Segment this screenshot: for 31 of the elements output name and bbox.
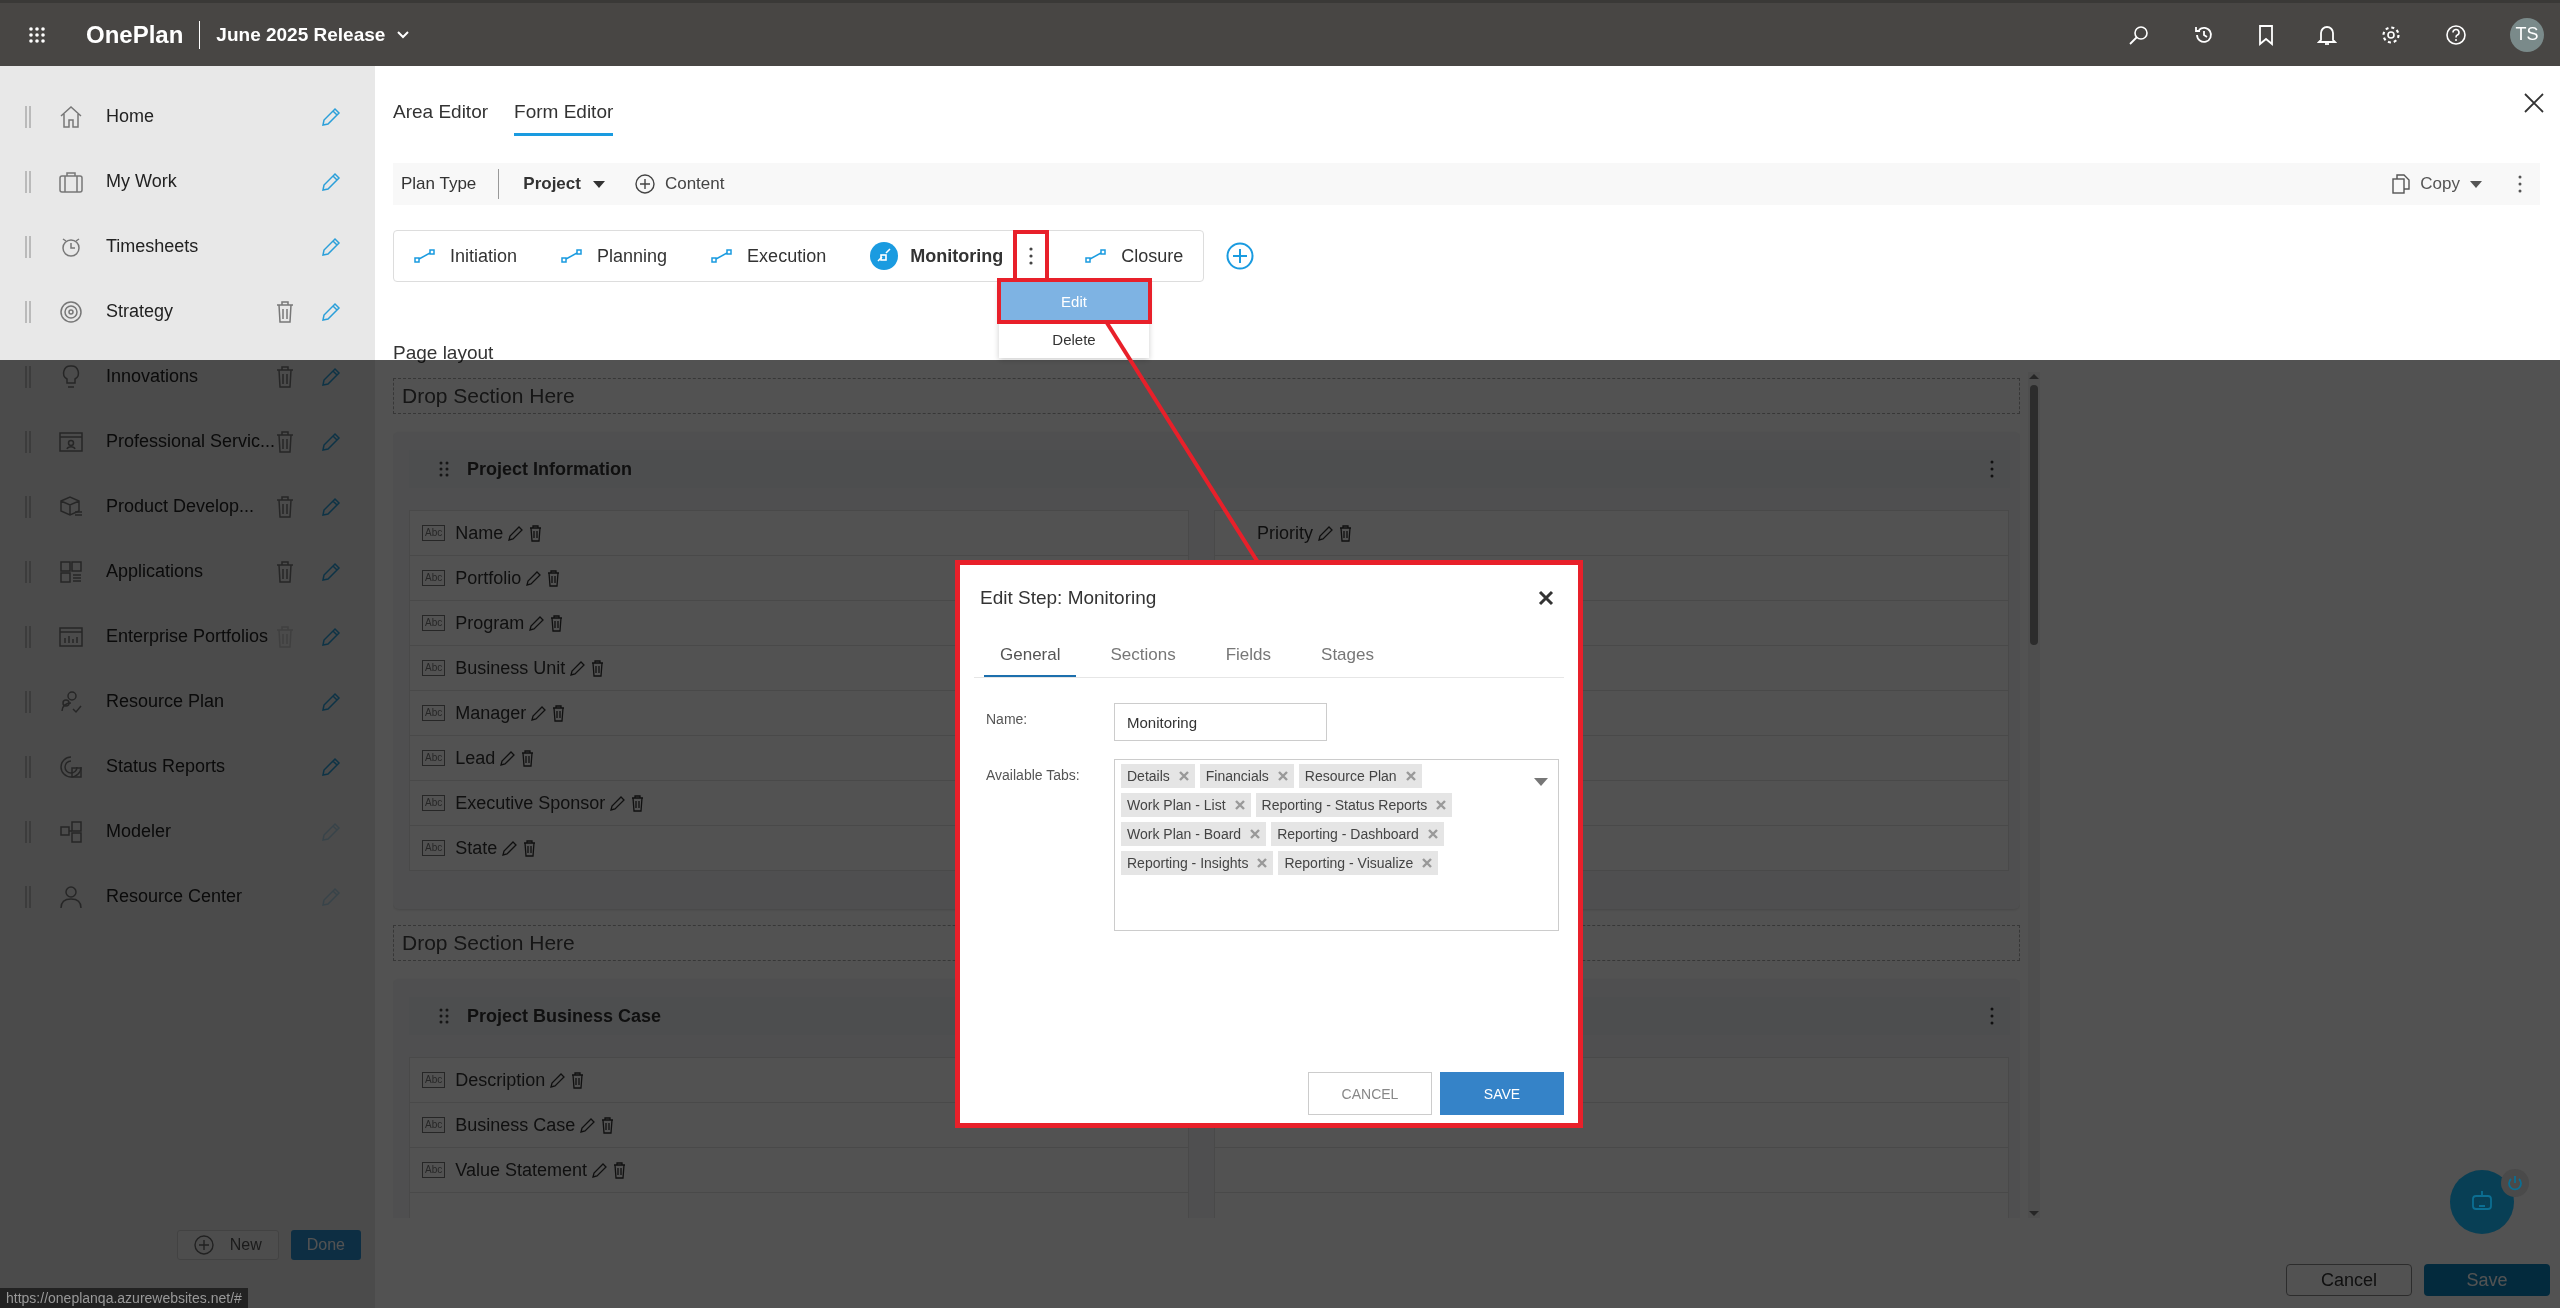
field-name: Business Case: [455, 1114, 576, 1136]
field-name: Program: [455, 612, 525, 634]
tab-chip: Reporting - Insights: [1121, 851, 1274, 875]
tab-chip: Reporting - Visualize: [1278, 851, 1439, 875]
tab-chip: Work Plan - Board: [1121, 822, 1267, 846]
field-name: Value Statement: [455, 1159, 587, 1181]
tab-chip: Work Plan - List: [1121, 793, 1251, 817]
tab-chip: Reporting - Status Reports: [1255, 793, 1453, 817]
tab-chip: Details: [1121, 764, 1195, 788]
tab-chip: Resource Plan: [1298, 764, 1422, 788]
available-tabs-label: Available Tabs:: [986, 766, 1081, 783]
field-name: Lead: [455, 747, 496, 769]
app-name: OnePlan: [86, 20, 184, 49]
section-title: Project Information: [467, 458, 632, 480]
dialog-title: Edit Step: Monitoring: [980, 587, 1157, 609]
field-name: Name: [455, 522, 504, 544]
name-label: Name:: [986, 710, 1029, 727]
tab-chip: Financials: [1199, 764, 1294, 788]
page-layout-title: Page layout: [393, 342, 495, 365]
section-title: Project Business Case: [467, 1005, 662, 1027]
status-url: https://oneplanqa.azurewebsites.net/#: [0, 1288, 248, 1308]
field-name: Manager: [455, 702, 527, 724]
plan-type-label: Plan Type: [401, 174, 477, 194]
field-name: Portfolio: [455, 567, 522, 589]
field-name: Executive Sponsor: [455, 792, 606, 814]
drop-zone: Drop Section Here: [393, 378, 2020, 414]
tab-chip: Reporting - Dashboard: [1271, 822, 1444, 846]
field-name: State: [455, 837, 498, 859]
field-name: Business Unit: [455, 657, 566, 679]
field-name: Description: [455, 1069, 546, 1091]
field-name: Priority: [1257, 522, 1313, 544]
